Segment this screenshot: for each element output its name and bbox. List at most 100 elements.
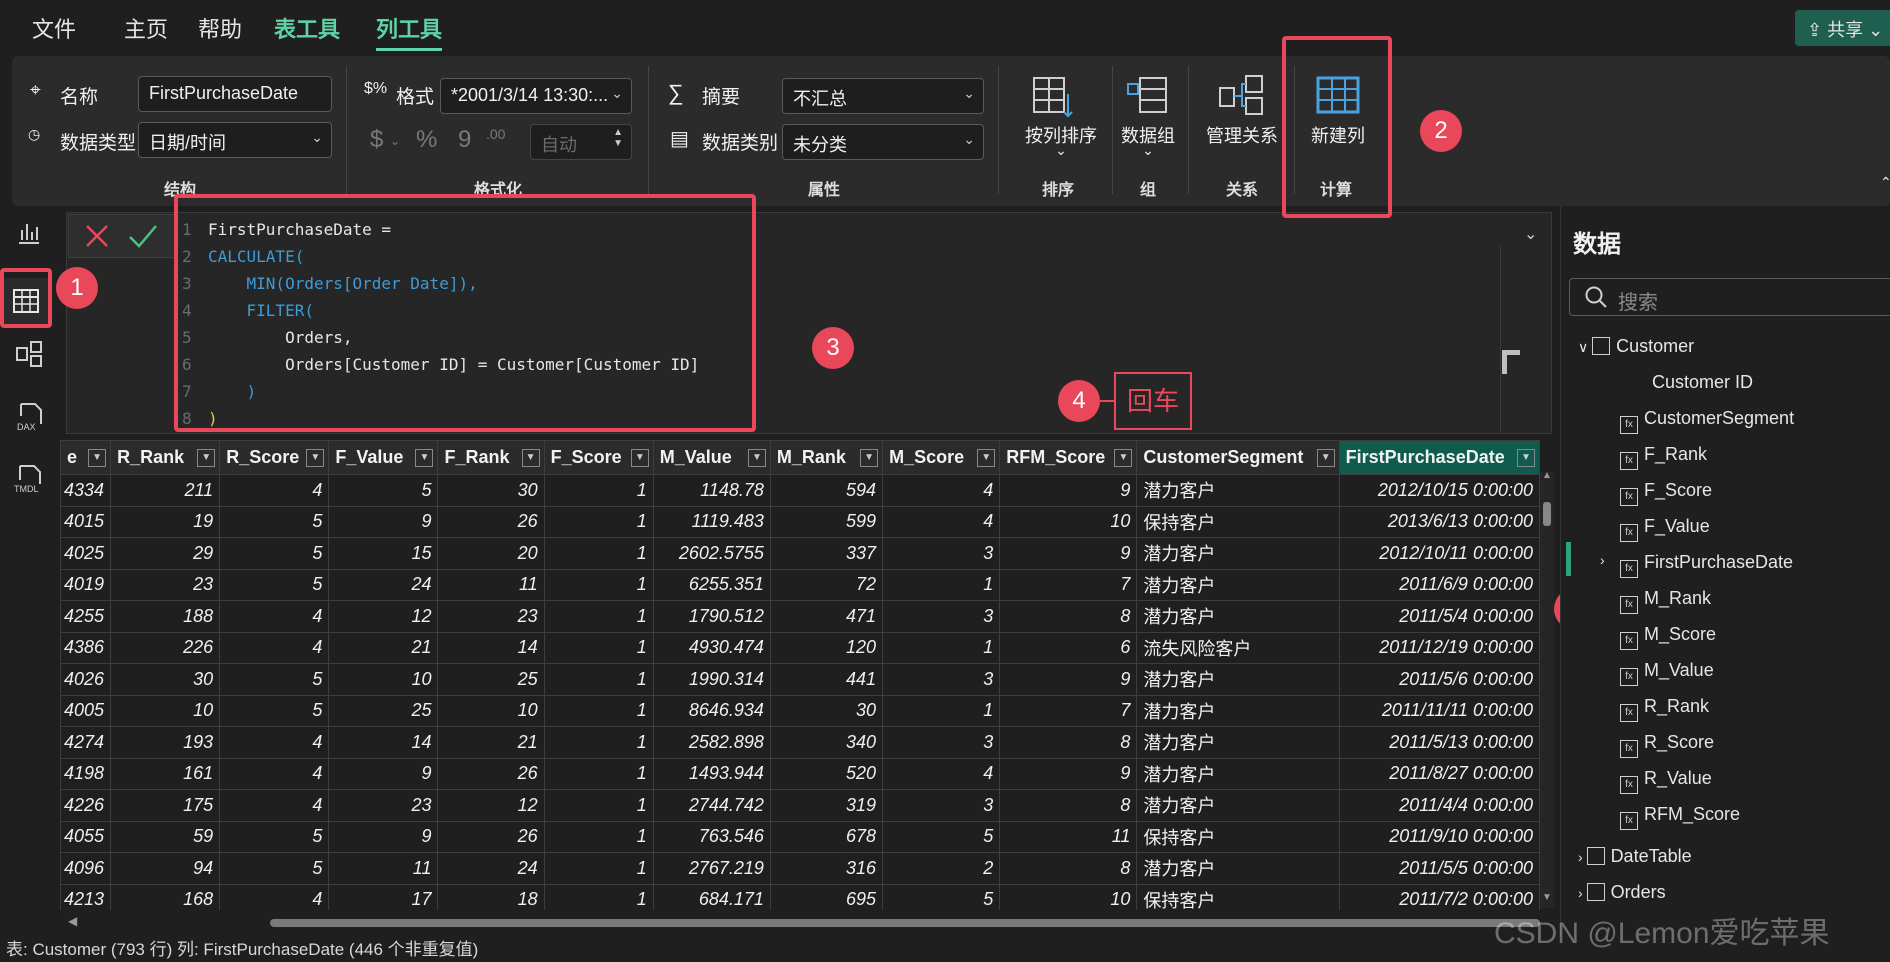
- model-view-icon[interactable]: [14, 340, 44, 370]
- comma-button[interactable]: 9: [458, 126, 471, 154]
- table-cell[interactable]: 3: [882, 537, 1001, 570]
- table-cell[interactable]: 340: [769, 726, 884, 759]
- table-cell[interactable]: 9: [328, 505, 439, 538]
- filter-dropdown-icon[interactable]: ▼: [630, 449, 649, 467]
- scroll-up-icon[interactable]: ▲: [1542, 470, 1552, 481]
- menu-table-tools[interactable]: 表工具: [274, 12, 340, 44]
- table-cell[interactable]: 10: [999, 505, 1138, 538]
- table-cell[interactable]: 8: [999, 600, 1138, 633]
- table-cell[interactable]: 4: [219, 726, 330, 759]
- table-cell[interactable]: 10: [328, 663, 439, 696]
- table-cell[interactable]: 1148.78: [652, 474, 771, 507]
- table-cell[interactable]: 4274: [60, 726, 112, 759]
- table-cell[interactable]: 1: [882, 694, 1001, 727]
- tree-field[interactable]: fx M_Value: [1620, 660, 1714, 686]
- table-cell[interactable]: 1: [543, 600, 654, 633]
- table-cell[interactable]: 23: [110, 568, 221, 601]
- table-cell[interactable]: 1: [543, 852, 654, 885]
- currency-button[interactable]: $: [370, 126, 383, 154]
- table-cell[interactable]: 14: [328, 726, 439, 759]
- name-field[interactable]: FirstPurchaseDate: [138, 76, 332, 112]
- table-cell[interactable]: 24: [437, 852, 545, 885]
- table-cell[interactable]: 23: [328, 789, 439, 822]
- table-cell[interactable]: 4: [219, 789, 330, 822]
- table-cell[interactable]: 3: [882, 726, 1001, 759]
- tree-field[interactable]: fx M_Rank: [1620, 588, 1711, 614]
- table-cell[interactable]: 1: [543, 663, 654, 696]
- column-header[interactable]: M_Rank ▼: [769, 440, 884, 475]
- table-cell[interactable]: 1: [543, 537, 654, 570]
- table-cell[interactable]: 4: [219, 631, 330, 664]
- table-row[interactable]: 4026 30 5 10 25 1 1990.314 441 3 9 潜力客户 2011/5/6 0:…: [60, 663, 1541, 696]
- table-cell[interactable]: 4: [882, 474, 1001, 507]
- table-row[interactable]: 4274 193 4 14 21 1 2582.898 340 3 8 潜力客户 2011/5/13 …: [60, 726, 1541, 759]
- decimal-places-input[interactable]: 自动 ▲ ▼: [530, 124, 632, 160]
- table-cell[interactable]: 4026: [60, 663, 112, 696]
- tree-field[interactable]: fx F_Rank: [1620, 444, 1707, 470]
- table-cell[interactable]: 1493.944: [652, 757, 771, 790]
- table-cell[interactable]: 4334: [60, 474, 112, 507]
- table-cell[interactable]: 1: [543, 789, 654, 822]
- column-header[interactable]: F_Score ▼: [543, 440, 654, 475]
- menu-column-tools[interactable]: 列工具: [376, 12, 443, 51]
- percent-button[interactable]: %: [416, 126, 437, 154]
- table-cell[interactable]: 4: [219, 757, 330, 790]
- table-cell[interactable]: 695: [769, 883, 884, 910]
- table-cell[interactable]: 2011/11/11 0:00:00: [1338, 694, 1541, 727]
- collapse-ribbon-icon[interactable]: ⌃: [1880, 174, 1890, 191]
- table-cell[interactable]: 1: [543, 820, 654, 853]
- table-cell[interactable]: 4: [219, 600, 330, 633]
- menu-home[interactable]: 主页: [124, 12, 168, 44]
- table-cell[interactable]: 29: [110, 537, 221, 570]
- tmdl-view-icon[interactable]: TMDL: [14, 464, 44, 494]
- tree-field[interactable]: fx R_Value: [1620, 768, 1712, 794]
- table-cell[interactable]: 21: [437, 726, 545, 759]
- table-cell[interactable]: 168: [110, 883, 221, 910]
- table-cell[interactable]: 潜力客户: [1136, 852, 1340, 885]
- table-cell[interactable]: 2: [882, 852, 1001, 885]
- table-cell[interactable]: 6: [999, 631, 1138, 664]
- horizontal-scrollbar[interactable]: ◀: [60, 912, 1550, 934]
- table-cell[interactable]: 226: [110, 631, 221, 664]
- table-cell[interactable]: 流失风险客户: [1136, 631, 1340, 664]
- tree-field[interactable]: fx R_Rank: [1620, 696, 1709, 722]
- table-cell[interactable]: 6255.351: [652, 568, 771, 601]
- table-cell[interactable]: 337: [769, 537, 884, 570]
- table-cell[interactable]: 1: [543, 631, 654, 664]
- column-header[interactable]: M_Score ▼: [882, 440, 1001, 475]
- table-cell[interactable]: 30: [110, 663, 221, 696]
- table-cell[interactable]: 4226: [60, 789, 112, 822]
- data-groups-button[interactable]: 数据组 ⌄: [1116, 74, 1180, 166]
- filter-dropdown-icon[interactable]: ▼: [88, 449, 107, 467]
- column-header[interactable]: CustomerSegment ▼: [1136, 440, 1340, 475]
- table-cell[interactable]: 2011/6/9 0:00:00: [1338, 568, 1541, 601]
- table-cell[interactable]: 2011/4/4 0:00:00: [1338, 789, 1541, 822]
- table-cell[interactable]: 94: [110, 852, 221, 885]
- table-cell[interactable]: 30: [437, 474, 545, 507]
- table-cell[interactable]: 1: [543, 757, 654, 790]
- table-cell[interactable]: 1: [882, 631, 1001, 664]
- table-cell[interactable]: 11: [328, 852, 439, 885]
- menu-file[interactable]: 文件: [32, 12, 76, 44]
- table-cell[interactable]: 8646.934: [652, 694, 771, 727]
- column-header[interactable]: RFM_Score ▼: [999, 440, 1138, 475]
- filter-dropdown-icon[interactable]: ▼: [860, 449, 879, 467]
- table-cell[interactable]: 2011/5/6 0:00:00: [1338, 663, 1541, 696]
- table-cell[interactable]: 5: [219, 537, 330, 570]
- table-cell[interactable]: 211: [110, 474, 221, 507]
- table-cell[interactable]: 9: [328, 757, 439, 790]
- table-cell[interactable]: 9: [328, 820, 439, 853]
- table-cell[interactable]: 4055: [60, 820, 112, 853]
- table-row[interactable]: 4019 23 5 24 11 1 6255.351 72 1 7 潜力客户 2011/6/9 0:0…: [60, 568, 1541, 601]
- table-cell[interactable]: 7: [999, 568, 1138, 601]
- table-cell[interactable]: 10: [110, 694, 221, 727]
- table-cell[interactable]: 4096: [60, 852, 112, 885]
- table-cell[interactable]: 2012/10/15 0:00:00: [1338, 474, 1541, 507]
- table-row[interactable]: 4386 226 4 21 14 1 4930.474 120 1 6 流失风险客户 2011/12/…: [60, 631, 1541, 664]
- column-header[interactable]: FirstPurchaseDate ▼: [1338, 440, 1541, 475]
- table-cell[interactable]: 11: [437, 568, 545, 601]
- table-cell[interactable]: 161: [110, 757, 221, 790]
- tree-field[interactable]: › fx FirstPurchaseDate: [1600, 552, 1793, 578]
- table-cell[interactable]: 11: [999, 820, 1138, 853]
- table-cell[interactable]: 2582.898: [652, 726, 771, 759]
